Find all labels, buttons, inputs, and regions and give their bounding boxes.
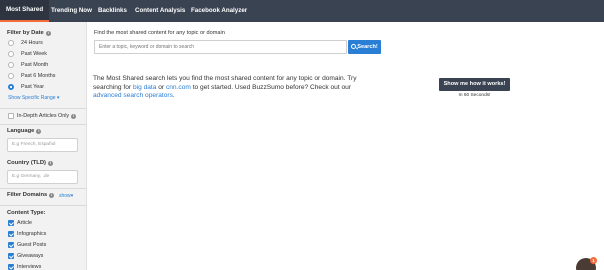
date-option-label: Past Month: [21, 62, 49, 68]
date-option-label: Past 6 Months: [21, 73, 56, 79]
tab-facebook-analyzer[interactable]: Facebook Analyzer: [185, 0, 253, 22]
description-text: The Most Shared search lets you find the…: [93, 75, 378, 101]
search-button[interactable]: Search!: [348, 40, 381, 54]
search-button-label: Search!: [357, 44, 378, 50]
content-type-label: Article: [17, 220, 32, 226]
content-type-giveaways[interactable]: Giveaways: [8, 252, 43, 260]
show-label: show: [59, 193, 71, 199]
show-specific-range-link[interactable]: Show Specific Range ▾: [8, 95, 59, 101]
content-type-title: Content Type:: [7, 210, 46, 216]
content-type-label: Giveaways: [17, 253, 44, 259]
chat-notification-badge[interactable]: 1: [590, 257, 597, 264]
date-option-label: Past Year: [21, 84, 45, 90]
description-part: .: [172, 92, 175, 100]
divider: [0, 188, 87, 189]
top-nav: Most Shared Trending Now Backlinks Conte…: [0, 0, 604, 22]
search-label: Find the most shared content for any top…: [94, 30, 225, 36]
content-type-label: Interviews: [17, 264, 42, 270]
info-icon[interactable]: i: [71, 113, 77, 119]
radio-icon[interactable]: [8, 73, 14, 79]
tab-content-analysis[interactable]: Content Analysis: [129, 0, 191, 22]
content-type-infographics[interactable]: Infographics: [8, 230, 46, 238]
info-icon[interactable]: i: [45, 30, 51, 36]
advanced-search-operators-link[interactable]: advanced search operators: [93, 92, 173, 99]
language-title: Language i: [7, 128, 42, 134]
in-depth-label: In-Depth Articles Only: [17, 113, 70, 119]
filter-domains-label: Filter Domains: [7, 192, 48, 198]
checkbox-icon[interactable]: [8, 113, 14, 119]
chevron-down-icon: ▾: [70, 193, 74, 199]
checkbox-checked-icon[interactable]: [8, 231, 14, 237]
filter-by-date-title: Filter by Date i: [7, 30, 51, 36]
info-icon[interactable]: i: [49, 192, 55, 198]
date-option-past-6-months[interactable]: Past 6 Months: [8, 72, 56, 80]
filter-sidebar: Filter by Date i 24 Hours Past Week Past …: [0, 22, 87, 270]
country-label: Country (TLD): [7, 160, 46, 166]
date-option-past-week[interactable]: Past Week: [8, 50, 47, 58]
tab-most-shared[interactable]: Most Shared: [0, 0, 50, 22]
content-type-article[interactable]: Article: [8, 219, 32, 227]
content-type-interviews[interactable]: Interviews: [8, 263, 41, 270]
date-option-past-month[interactable]: Past Month: [8, 61, 49, 69]
date-option-label: 24 Hours: [21, 40, 43, 46]
info-icon[interactable]: i: [36, 128, 42, 134]
content-type-label: Guest Posts: [17, 242, 47, 248]
radio-icon[interactable]: [8, 40, 14, 46]
filter-by-date-label: Filter by Date: [7, 30, 44, 36]
tab-trending-now[interactable]: Trending Now: [45, 0, 98, 22]
country-title: Country (TLD) i: [7, 160, 53, 166]
divider: [0, 108, 87, 109]
description-part: to get started. Used BuzzSumo before? Ch…: [190, 83, 352, 91]
checkbox-checked-icon[interactable]: [8, 242, 14, 248]
date-option-label: Past Week: [21, 51, 47, 57]
date-option-24-hours[interactable]: 24 Hours: [8, 39, 43, 47]
content-type-label: Infographics: [17, 231, 47, 237]
info-icon[interactable]: i: [47, 160, 53, 166]
date-option-past-year[interactable]: Past Year: [8, 83, 45, 91]
big-data-link[interactable]: big data: [133, 84, 156, 91]
language-input[interactable]: E.g French, Español: [7, 138, 78, 152]
checkbox-checked-icon[interactable]: [8, 253, 14, 259]
cnn-com-link[interactable]: cnn.com: [166, 84, 191, 91]
country-input[interactable]: E.g Germany, .de: [7, 170, 78, 184]
content-type-guest-posts[interactable]: Guest Posts: [8, 241, 46, 249]
checkbox-checked-icon[interactable]: [8, 264, 14, 270]
language-label: Language: [7, 128, 35, 134]
filter-domains-show-link[interactable]: show▾: [59, 193, 73, 199]
search-icon: [351, 43, 357, 49]
show-specific-range-label: Show Specific Range: [8, 95, 56, 101]
radio-selected-icon[interactable]: [8, 84, 14, 90]
chevron-down-icon: ▾: [56, 95, 60, 101]
description-part: or: [156, 83, 166, 91]
demo-subtitle: In 60 Seconds!: [458, 93, 491, 98]
tab-backlinks[interactable]: Backlinks: [92, 0, 133, 22]
checkbox-checked-icon[interactable]: [8, 220, 14, 226]
filter-domains-title: Filter Domains i: [7, 192, 55, 198]
in-depth-articles-toggle[interactable]: In-Depth Articles Only i: [8, 112, 77, 120]
show-me-how-button[interactable]: Show me how it works!: [439, 78, 510, 91]
radio-icon[interactable]: [8, 62, 14, 68]
divider: [0, 124, 87, 125]
search-input[interactable]: [94, 40, 347, 54]
divider: [0, 205, 87, 206]
radio-icon[interactable]: [8, 51, 14, 57]
